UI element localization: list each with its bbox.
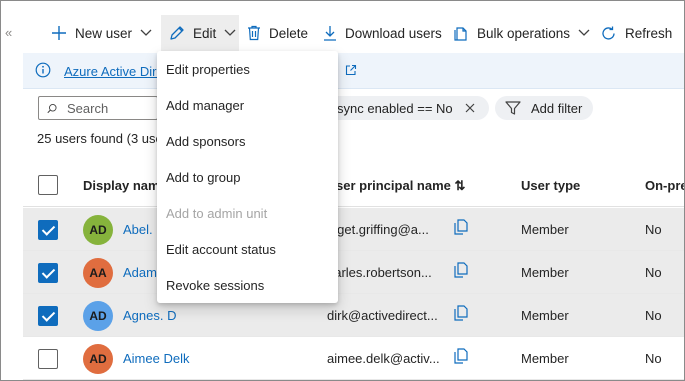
delete-label: Delete <box>269 25 309 41</box>
search-input[interactable] <box>67 100 157 116</box>
table-row[interactable]: AD Aimee Delk aimee.delk@activ... Member… <box>23 337 684 380</box>
on-prem-sync: No <box>645 265 662 280</box>
banner-link[interactable]: Azure Active Dire <box>64 64 164 79</box>
plus-icon <box>52 26 66 40</box>
user-principal-name: dirk@activedirect... <box>327 308 438 323</box>
remove-filter-icon[interactable] <box>465 103 475 113</box>
on-prem-sync: No <box>645 222 662 237</box>
user-principal-name: narles.robertson... <box>327 265 432 280</box>
add-filter-button[interactable]: Add filter <box>495 96 593 120</box>
edit-button[interactable]: Edit <box>161 15 239 51</box>
row-checkbox[interactable] <box>38 263 58 283</box>
header-display-name[interactable]: Display nam <box>83 178 160 193</box>
users-count: 25 users found (3 use <box>37 131 163 146</box>
on-prem-sync: No <box>645 308 662 323</box>
avatar: AA <box>83 258 113 288</box>
menu-item-revoke-sessions[interactable]: Revoke sessions <box>157 268 338 304</box>
avatar: AD <box>83 215 113 245</box>
refresh-label: Refresh <box>625 25 673 41</box>
row-checkbox[interactable] <box>38 349 58 369</box>
user-principal-name: idget.griffing@a... <box>327 222 429 237</box>
copy-icon[interactable] <box>454 262 468 278</box>
new-user-button[interactable]: New user <box>43 15 161 51</box>
user-type: Member <box>521 222 569 237</box>
bulk-documents-icon <box>454 27 467 41</box>
select-all-checkbox[interactable] <box>38 175 58 195</box>
row-checkbox[interactable] <box>38 306 58 326</box>
external-link-icon[interactable] <box>345 64 357 76</box>
download-users-label: Download users <box>345 25 442 41</box>
copy-icon[interactable] <box>454 305 468 321</box>
menu-item-edit-account-status[interactable]: Edit account status <box>157 232 338 268</box>
command-bar: New user Edit Delete Download users Bulk… <box>43 15 684 51</box>
filter-icon <box>505 101 521 115</box>
table-row[interactable]: AA Adam narles.robertson... Member No <box>23 251 684 294</box>
avatar: AD <box>83 301 113 331</box>
user-type: Member <box>521 265 569 280</box>
user-display-name[interactable]: Adam <box>123 265 157 280</box>
user-principal-name: aimee.delk@activ... <box>327 351 439 366</box>
row-checkbox[interactable] <box>38 220 58 240</box>
table-row[interactable]: AD Agnes. D dirk@activedirect... Member … <box>23 294 684 337</box>
table-row[interactable]: AD Abel. idget.griffing@a... Member No <box>23 208 684 251</box>
user-type: Member <box>521 351 569 366</box>
new-user-label: New user <box>75 25 133 41</box>
search-icon <box>47 103 57 113</box>
on-prem-sync: No <box>645 351 662 366</box>
edit-dropdown-menu: Edit properties Add manager Add sponsors… <box>157 51 338 303</box>
trash-icon <box>248 25 260 41</box>
download-icon <box>324 26 336 41</box>
collapse-nav-icon[interactable]: « <box>5 25 19 40</box>
header-upn[interactable]: ser principal name ⇅ <box>336 178 465 194</box>
menu-item-add-to-group[interactable]: Add to group <box>157 160 338 196</box>
users-page: « New user Edit Delete Download users Bu… <box>0 0 685 381</box>
info-banner: Azure Active Dire <box>23 53 684 89</box>
avatar: AD <box>83 344 113 374</box>
add-filter-label: Add filter <box>531 100 583 116</box>
info-icon <box>35 62 51 78</box>
filter-pill-label: sync enabled == No <box>337 100 453 116</box>
chevron-down-icon <box>140 29 152 36</box>
copy-icon[interactable] <box>454 348 468 364</box>
delete-button[interactable]: Delete <box>239 15 315 51</box>
edit-label: Edit <box>193 25 217 41</box>
chevron-down-icon <box>578 29 590 36</box>
user-display-name[interactable]: Aimee Delk <box>123 351 189 366</box>
refresh-icon <box>602 26 615 40</box>
menu-item-add-manager[interactable]: Add manager <box>157 88 338 124</box>
user-display-name[interactable]: Abel. <box>123 222 153 237</box>
header-on-prem[interactable]: On-pre <box>645 178 684 193</box>
chevron-down-icon <box>224 29 236 36</box>
menu-item-edit-properties[interactable]: Edit properties <box>157 52 338 88</box>
search-box[interactable] <box>38 96 158 120</box>
copy-icon[interactable] <box>454 219 468 235</box>
refresh-button[interactable]: Refresh <box>592 15 678 51</box>
pencil-icon <box>170 26 184 40</box>
bulk-operations-button[interactable]: Bulk operations <box>445 15 592 51</box>
header-user-type[interactable]: User type <box>521 178 580 193</box>
menu-item-add-to-admin-unit: Add to admin unit <box>166 206 268 221</box>
user-type: Member <box>521 308 569 323</box>
download-users-button[interactable]: Download users <box>315 15 445 51</box>
table-header: Display nam ser principal name ⇅ User ty… <box>23 164 684 207</box>
user-display-name[interactable]: Agnes. D <box>123 308 176 323</box>
menu-item-add-sponsors[interactable]: Add sponsors <box>157 124 338 160</box>
bulk-operations-label: Bulk operations <box>477 25 571 41</box>
